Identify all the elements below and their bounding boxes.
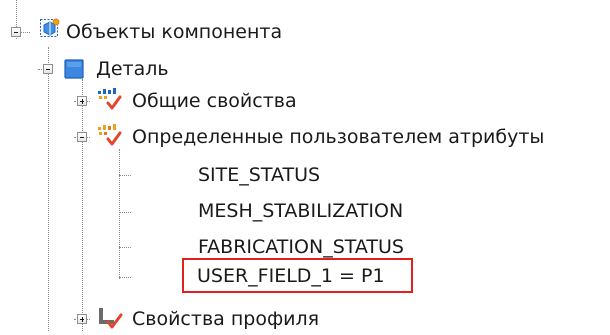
- tree-connector: [119, 149, 120, 279]
- tree-node-detail[interactable]: Деталь: [96, 58, 169, 80]
- expand-general-props-toggle[interactable]: [77, 96, 87, 106]
- properties-icon: [96, 124, 124, 153]
- properties-icon: [96, 88, 124, 117]
- tree-connector: [119, 175, 131, 176]
- tree-connector: [119, 277, 131, 278]
- attribute-fabrication-status[interactable]: FABRICATION_STATUS: [198, 236, 404, 258]
- tree-node-profile-properties[interactable]: Свойства профиля: [132, 308, 319, 330]
- tree-connector: [48, 47, 49, 331]
- tree-connector: [119, 247, 131, 248]
- highlight-box: [182, 258, 413, 293]
- component-objects-tree: Объекты компонента Деталь Общие свойства: [0, 0, 610, 331]
- attribute-mesh-stabilization[interactable]: MESH_STABILIZATION: [198, 200, 403, 222]
- tree-connector: [119, 212, 131, 213]
- tree-connector: [82, 79, 83, 331]
- collapse-root-toggle[interactable]: [11, 27, 21, 37]
- collapse-detail-toggle[interactable]: [43, 64, 53, 74]
- tree-node-general-properties[interactable]: Общие свойства: [132, 90, 297, 112]
- component-objects-icon: [39, 18, 63, 47]
- part-icon: [63, 58, 85, 85]
- tree-node-user-defined-attributes[interactable]: Определенные пользователем атрибуты: [132, 126, 544, 148]
- expand-profile-props-toggle[interactable]: [77, 314, 87, 324]
- tree-node-component-objects[interactable]: Объекты компонента: [66, 21, 282, 43]
- collapse-user-attributes-toggle[interactable]: [77, 132, 87, 142]
- attribute-site-status[interactable]: SITE_STATUS: [198, 164, 320, 186]
